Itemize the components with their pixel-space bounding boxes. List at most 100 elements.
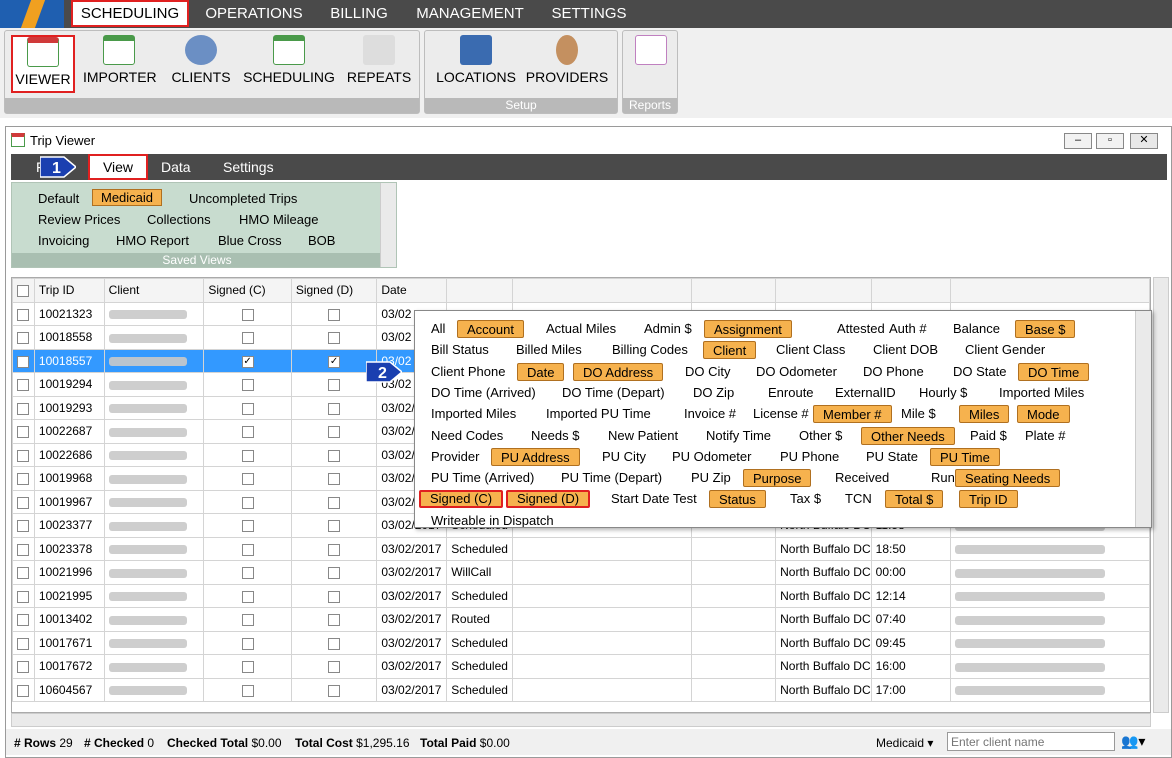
menu-tab-scheduling[interactable]: SCHEDULING — [71, 0, 189, 27]
reports-button[interactable] — [633, 35, 669, 93]
column-toggle-paid[interactable]: Paid $ — [970, 427, 1007, 445]
table-row[interactable]: 10017672 03/02/2017 Scheduled North Buffalo… — [12, 654, 1150, 679]
menu-tab-settings[interactable]: SETTINGS — [545, 0, 633, 28]
column-toggle-pu-odometer[interactable]: PU Odometer — [672, 448, 751, 466]
column-toggle-license[interactable]: License # — [753, 405, 809, 423]
signed-d-cell[interactable] — [290, 442, 378, 467]
row-checkbox[interactable] — [12, 677, 35, 702]
col-date[interactable]: Date — [376, 278, 448, 303]
column-toggle-enroute[interactable]: Enroute — [768, 384, 814, 402]
column-toggle-start-date-test[interactable]: Start Date Test — [611, 490, 697, 508]
table-row[interactable]: 10021996 03/02/2017 WillCall North Buffalo … — [12, 560, 1150, 585]
row-checkbox[interactable] — [12, 560, 35, 585]
column-toggle-invoice[interactable]: Invoice # — [684, 405, 736, 423]
column-toggle-balance[interactable]: Balance — [953, 320, 1000, 338]
column-toggle-all[interactable]: All — [431, 320, 445, 338]
column-toggle-status[interactable]: Status — [709, 490, 766, 509]
signed-d-cell[interactable] — [290, 630, 378, 655]
column-toggle-notify-time[interactable]: Notify Time — [706, 427, 771, 445]
restore-button[interactable]: ▫ — [1096, 133, 1124, 149]
signed-c-cell[interactable] — [203, 325, 292, 350]
clients-button[interactable]: CLIENTS — [171, 35, 231, 93]
col-signed-c[interactable]: Signed (C) — [203, 278, 292, 303]
column-toggle-provider[interactable]: Provider — [431, 448, 479, 466]
row-checkbox[interactable] — [12, 489, 35, 514]
row-checkbox[interactable] — [12, 372, 35, 397]
column-toggle-pu-state[interactable]: PU State — [866, 448, 918, 466]
column-toggle-tcn[interactable]: TCN — [845, 490, 872, 508]
signed-d-cell[interactable] — [290, 536, 378, 561]
column-toggle-account[interactable]: Account — [457, 320, 524, 338]
columns-popup-scrollbar[interactable] — [1135, 311, 1151, 527]
providers-button[interactable]: PROVIDERS — [525, 35, 609, 93]
signed-d-cell[interactable] — [290, 489, 378, 514]
signed-c-cell[interactable] — [203, 489, 292, 514]
column-toggle-pu-time[interactable]: PU Time — [930, 447, 1000, 466]
signed-c-cell[interactable] — [203, 513, 292, 538]
users-icon[interactable]: 👥▾ — [1121, 733, 1145, 750]
column-toggle-do-time[interactable]: DO Time — [1018, 362, 1090, 381]
column-toggle-pu-zip[interactable]: PU Zip — [691, 469, 731, 487]
column-toggle-do-time-depart[interactable]: DO Time (Depart) — [562, 384, 665, 402]
column-toggle-billed-miles[interactable]: Billed Miles — [516, 341, 582, 359]
signed-c-cell[interactable] — [203, 372, 292, 397]
signed-d-cell[interactable] — [290, 513, 378, 538]
saved-view-review-prices[interactable]: Review Prices — [38, 212, 120, 227]
menu-tab-management[interactable]: MANAGEMENT — [412, 0, 528, 28]
select-all-checkbox[interactable] — [12, 278, 35, 303]
signed-c-cell[interactable] — [203, 677, 292, 702]
signed-c-cell[interactable]: ✓ — [203, 348, 292, 373]
row-checkbox[interactable] — [12, 395, 35, 420]
menu-tab-operations[interactable]: OPERATIONS — [200, 0, 308, 28]
column-toggle-member[interactable]: Member # — [813, 405, 892, 424]
column-toggle-seating-needs[interactable]: Seating Needs — [955, 469, 1061, 488]
saved-view-invoicing[interactable]: Invoicing — [38, 233, 89, 248]
importer-button[interactable]: IMPORTER — [83, 35, 157, 93]
column-toggle-bill-status[interactable]: Bill Status — [431, 341, 489, 359]
signed-d-cell[interactable] — [290, 372, 378, 397]
row-checkbox[interactable] — [12, 536, 35, 561]
signed-d-cell[interactable] — [290, 677, 378, 702]
column-toggle-writeable-in-dispatch[interactable]: Writeable in Dispatch — [431, 512, 554, 527]
row-checkbox[interactable] — [12, 442, 35, 467]
column-toggle-trip-id[interactable]: Trip ID — [959, 490, 1018, 509]
column-toggle-purpose[interactable]: Purpose — [743, 469, 812, 488]
signed-d-cell[interactable] — [290, 583, 378, 608]
submenu-view[interactable]: View — [88, 154, 148, 180]
saved-view-bob[interactable]: BOB — [308, 233, 335, 248]
table-row[interactable]: 10017671 03/02/2017 Scheduled North Buffalo… — [12, 630, 1150, 655]
signed-d-cell[interactable] — [290, 466, 378, 491]
locations-button[interactable]: LOCATIONS — [433, 35, 519, 93]
column-toggle-do-time-arrived[interactable]: DO Time (Arrived) — [431, 384, 536, 402]
close-button[interactable]: ✕ — [1130, 133, 1158, 149]
column-toggle-imported-miles[interactable]: Imported Miles — [999, 384, 1084, 402]
saved-view-uncompleted-trips[interactable]: Uncompleted Trips — [189, 191, 297, 206]
column-toggle-client-phone[interactable]: Client Phone — [431, 363, 505, 381]
saved-view-hmo-mileage[interactable]: HMO Mileage — [239, 212, 318, 227]
signed-c-cell[interactable] — [203, 536, 292, 561]
repeats-button[interactable]: REPEATS — [345, 35, 413, 93]
client-search-input[interactable] — [947, 732, 1115, 751]
column-toggle-signed-c[interactable]: Signed (C) — [419, 490, 504, 509]
column-toggle-pu-city[interactable]: PU City — [602, 448, 646, 466]
saved-view-blue-cross[interactable]: Blue Cross — [218, 233, 282, 248]
column-toggle-base[interactable]: Base $ — [1015, 320, 1076, 338]
column-toggle-needs[interactable]: Needs $ — [531, 427, 579, 445]
column-toggle-mile[interactable]: Mile $ — [901, 405, 936, 423]
row-checkbox[interactable] — [12, 348, 35, 373]
column-toggle-signed-d[interactable]: Signed (D) — [506, 490, 591, 509]
column-toggle-do-state[interactable]: DO State — [953, 363, 1006, 381]
grid-horizontal-scrollbar[interactable] — [11, 713, 1151, 727]
signed-c-cell[interactable] — [203, 630, 292, 655]
col-signed-d[interactable]: Signed (D) — [290, 278, 378, 303]
column-toggle-do-city[interactable]: DO City — [685, 363, 731, 381]
table-row[interactable]: 10023378 03/02/2017 Scheduled North Buffalo… — [12, 536, 1150, 561]
column-toggle-billing-codes[interactable]: Billing Codes — [612, 341, 688, 359]
submenu-settings[interactable]: Settings — [223, 154, 274, 180]
saved-views-scrollbar[interactable] — [380, 183, 396, 267]
column-toggle-pu-time-depart[interactable]: PU Time (Depart) — [561, 469, 662, 487]
column-toggle-pu-time-arrived[interactable]: PU Time (Arrived) — [431, 469, 534, 487]
signed-c-cell[interactable] — [203, 442, 292, 467]
signed-d-cell[interactable] — [290, 325, 378, 350]
row-checkbox[interactable] — [12, 419, 35, 444]
